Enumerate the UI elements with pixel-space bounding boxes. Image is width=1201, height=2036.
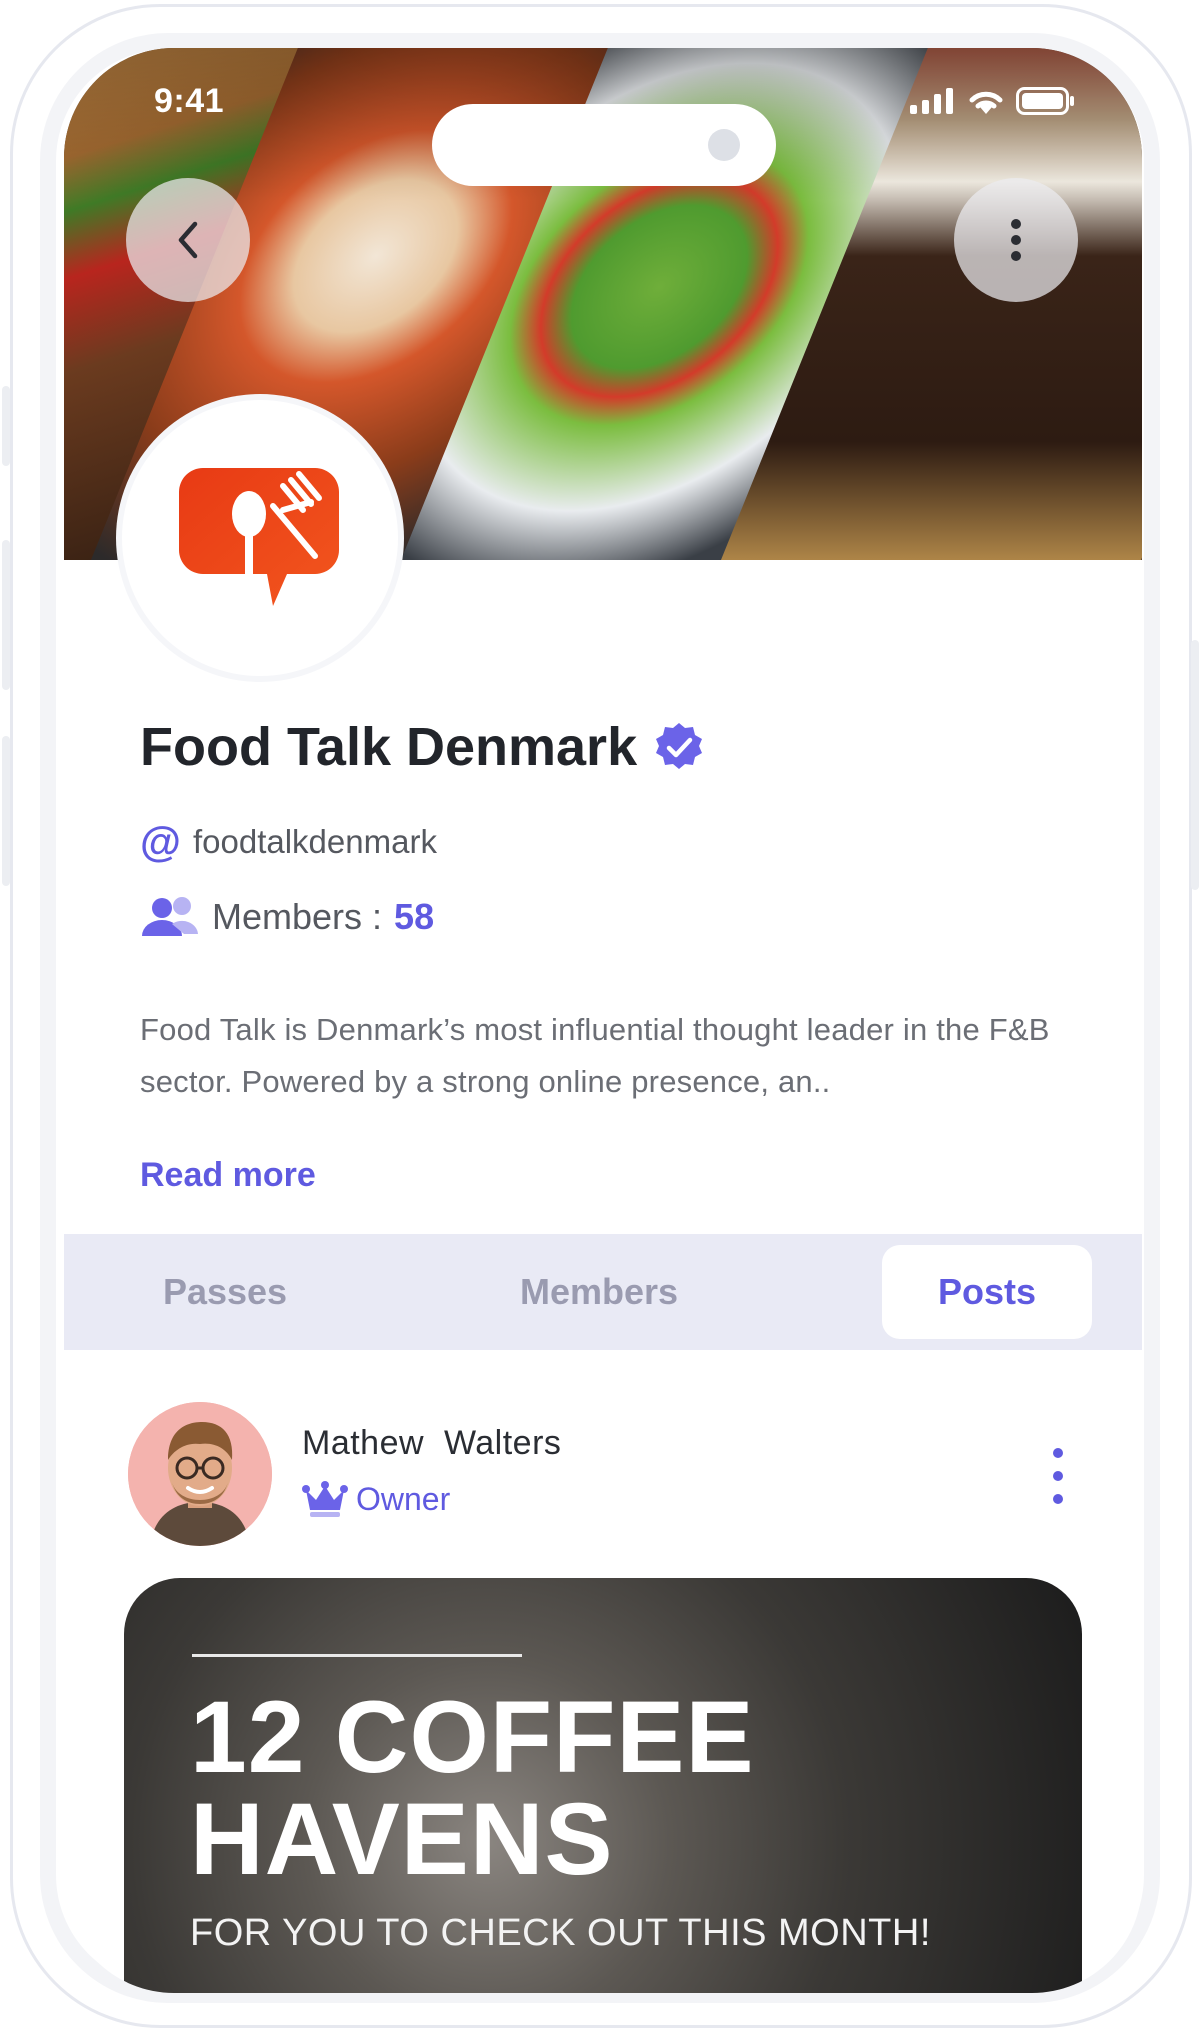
food-talk-logo-icon	[179, 468, 339, 606]
kebab-dot	[1053, 1494, 1063, 1504]
group-handle: foodtalkdenmark	[192, 823, 437, 860]
post-headline: 12 COFFEE HAVENS	[190, 1686, 754, 1890]
members-icon	[142, 897, 198, 936]
status-bar: 9:41	[64, 82, 1142, 186]
post-headline-line2: HAVENS	[190, 1782, 614, 1896]
at-icon: @	[140, 818, 181, 865]
post-headline-line1: 12 COFFEE	[190, 1680, 755, 1794]
tab-posts[interactable]: Posts	[882, 1245, 1092, 1339]
author-name[interactable]: Mathew Walters	[302, 1424, 561, 1463]
post-header: Mathew Walters Owner	[128, 1402, 1078, 1548]
post-options-button[interactable]	[1038, 1448, 1078, 1504]
side-button-left-mid	[2, 540, 10, 690]
side-button-right	[1191, 640, 1199, 890]
post-image[interactable]: 12 COFFEE HAVENS FOR YOU TO CHECK OUT TH…	[124, 1578, 1082, 1993]
author-role-label: Owner	[356, 1480, 451, 1517]
status-time: 9:41	[154, 82, 225, 120]
dynamic-island	[432, 104, 776, 186]
side-button-left-top	[2, 386, 10, 466]
members-row[interactable]: Members : 58	[140, 894, 434, 940]
battery-icon	[1016, 87, 1074, 115]
post-subtitle: FOR YOU TO CHECK OUT THIS MONTH!	[190, 1912, 931, 1954]
side-button-left-bottom	[2, 736, 10, 886]
group-logo	[122, 400, 398, 676]
kebab-dot	[1053, 1448, 1063, 1458]
verified-badge-icon	[656, 723, 703, 769]
kebab-dot	[1053, 1471, 1063, 1481]
group-description: Food Talk is Denmark’s most influential …	[140, 1012, 1050, 1099]
author-role: Owner	[302, 1480, 450, 1518]
members-count: 58	[394, 896, 435, 937]
crown-icon	[302, 1481, 348, 1517]
group-handle-row: @ foodtalkdenmark	[140, 818, 437, 866]
tab-passes[interactable]: Passes	[120, 1234, 330, 1350]
more-options-button[interactable]	[954, 178, 1078, 302]
author-photo	[128, 1402, 272, 1546]
author-avatar[interactable]	[128, 1402, 272, 1546]
group-title-row: Food Talk Denmark	[140, 716, 705, 778]
signal-icon	[910, 88, 953, 114]
chevron-left-icon	[178, 221, 198, 259]
camera-dot	[708, 129, 740, 161]
status-icons	[910, 86, 1076, 116]
more-vertical-icon	[1011, 219, 1021, 261]
members-label: Members :	[212, 896, 383, 937]
app-screen: 9:41 Food Talk Denmark @ foodtalkdenmark…	[64, 48, 1142, 1993]
tab-bar: Passes Members Posts	[64, 1234, 1142, 1350]
wifi-icon	[969, 91, 1003, 114]
headline-rule	[192, 1654, 522, 1657]
read-more-link[interactable]: Read more	[140, 1156, 316, 1195]
tab-members[interactable]: Members	[474, 1234, 724, 1350]
back-button[interactable]	[126, 178, 250, 302]
group-name: Food Talk Denmark	[140, 717, 638, 777]
